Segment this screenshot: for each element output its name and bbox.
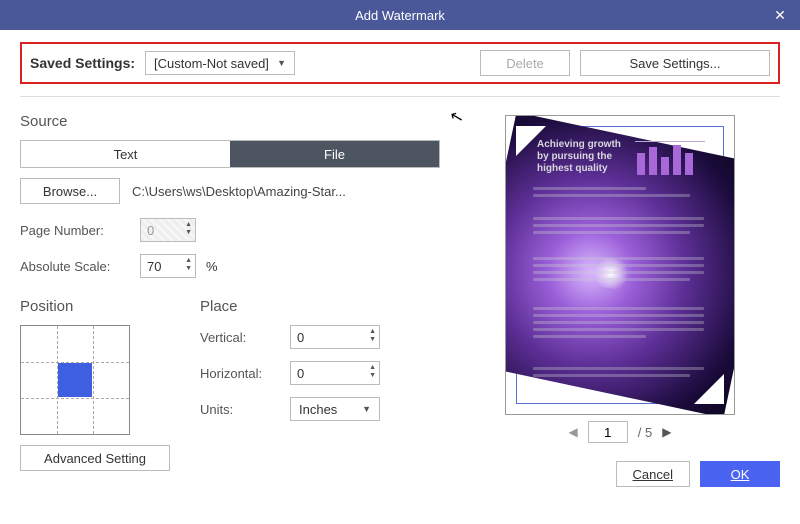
cancel-button[interactable]: Cancel [616,461,690,487]
units-label: Units: [200,402,280,417]
spinner-arrows-icon[interactable]: ▲▼ [369,328,376,344]
preview-document: Achieving growth by pursuing the highest… [516,126,724,404]
spinner-arrows-icon[interactable]: ▲▼ [369,364,376,380]
absolute-scale-label: Absolute Scale: [20,259,130,274]
position-grid[interactable] [20,325,130,435]
pager-total: / 5 [638,425,652,440]
pager-next-button[interactable]: ▶ [662,425,671,439]
close-button[interactable]: ✕ [760,0,800,30]
absolute-scale-unit: % [206,259,218,274]
tab-file[interactable]: File [230,141,439,167]
preview-chart [635,141,705,175]
horizontal-label: Horizontal: [200,366,280,381]
place-heading: Place [200,298,440,315]
saved-settings-dropdown[interactable]: [Custom-Not saved] ▼ [145,51,295,75]
file-path: C:\Users\ws\Desktop\Amazing-Star... [120,184,346,199]
units-dropdown[interactable]: Inches ▼ [290,397,380,421]
cursor-icon: ↖ [448,106,466,129]
delete-button[interactable]: Delete [480,50,570,76]
vertical-input[interactable]: 0 ▲▼ [290,325,380,349]
save-settings-button[interactable]: Save Settings... [580,50,770,76]
tab-text[interactable]: Text [21,141,230,167]
source-tabs: Text File [20,140,440,168]
title-bar: Add Watermark ✕ [0,0,800,30]
horizontal-input[interactable]: 0 ▲▼ [290,361,380,385]
spinner-arrows-icon: ▲▼ [185,221,192,237]
ok-button[interactable]: OK [700,461,780,487]
position-heading: Position [20,298,170,315]
close-icon: ✕ [774,7,786,24]
page-number-input: 0 ▲▼ [140,218,196,242]
saved-settings-value: [Custom-Not saved] [154,56,269,71]
page-number-label: Page Number: [20,223,130,238]
advanced-setting-button[interactable]: Advanced Setting [20,445,170,471]
preview-title: Achieving growth by pursuing the highest… [537,139,621,175]
watermark-preview: Achieving growth by pursuing the highest… [505,115,735,415]
position-selected-center [58,363,92,397]
spinner-arrows-icon[interactable]: ▲▼ [185,257,192,273]
vertical-label: Vertical: [200,330,280,345]
saved-settings-row: Saved Settings: [Custom-Not saved] ▼ Del… [20,42,780,84]
browse-button[interactable]: Browse... [20,178,120,204]
preview-pager: ◀ / 5 ▶ [460,421,780,443]
caret-down-icon: ▼ [362,404,371,414]
source-heading: Source [20,113,440,130]
pager-prev-button[interactable]: ◀ [569,425,578,439]
saved-settings-label: Saved Settings: [30,55,135,71]
pager-page-input[interactable] [588,421,628,443]
caret-down-icon: ▼ [277,58,286,68]
absolute-scale-input[interactable]: 70 ▲▼ [140,254,196,278]
dialog-title: Add Watermark [355,8,445,23]
